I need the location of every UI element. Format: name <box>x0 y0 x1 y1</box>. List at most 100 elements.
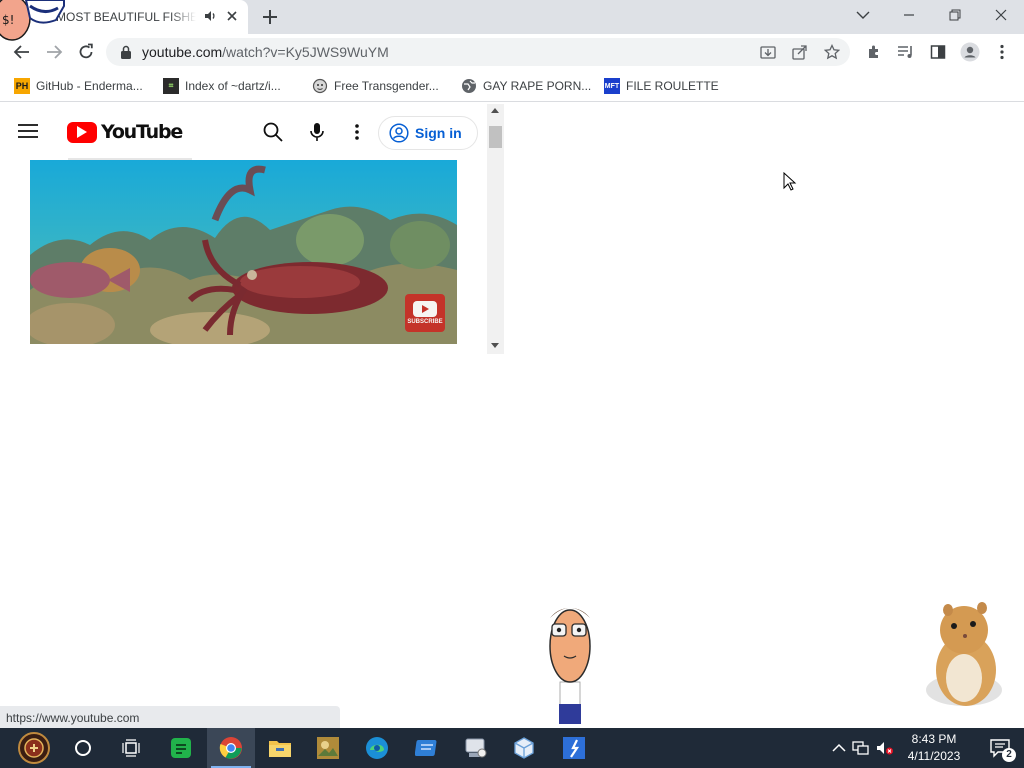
edge-icon <box>366 737 388 759</box>
bookmark-github[interactable]: PH GitHub - Enderma... <box>14 76 143 96</box>
tray-clock[interactable]: 8:43 PM 4/11/2023 <box>900 731 968 765</box>
reload-icon <box>79 43 93 59</box>
image-viewer-icon <box>317 737 339 759</box>
bookmark-label: Index of ~dartz/i... <box>185 79 281 93</box>
spreadsheet-app-icon <box>171 738 191 758</box>
restore-button[interactable] <box>940 4 970 26</box>
star-icon <box>824 44 840 60</box>
scroll-down-arrow-icon[interactable] <box>491 343 499 348</box>
cartoon-sticker: $! <box>0 0 65 41</box>
video-frame-underwater <box>30 160 457 344</box>
start-orb-icon <box>18 732 50 764</box>
notification-count-badge: 2 <box>1002 748 1016 762</box>
youtube-play-icon <box>413 301 437 317</box>
share-icon <box>792 45 807 60</box>
notification-center-button[interactable]: 2 <box>978 728 1022 768</box>
clock-date: 4/11/2023 <box>907 749 961 763</box>
youtube-logo[interactable]: YouTube <box>67 121 183 143</box>
install-app-button[interactable] <box>758 42 778 62</box>
tab-strip: MOST BEAUTIFUL FISHES <box>0 0 1024 34</box>
bookmark-file-roulette[interactable]: MFT FILE ROULETTE <box>604 76 719 96</box>
notepad-app-icon <box>415 740 437 756</box>
circle-icon <box>75 740 91 756</box>
media-queue-icon <box>898 46 912 58</box>
task-view-button[interactable] <box>107 728 155 768</box>
scroll-thumb[interactable] <box>489 126 502 148</box>
browser-toolbar: youtube.com/watch?v=Ky5JWS9WuYM <box>0 34 1024 70</box>
video-player[interactable]: SUBSCRIBE <box>30 160 457 344</box>
search-icon[interactable] <box>262 121 284 143</box>
svg-text:$!: $! <box>2 13 14 27</box>
sign-in-button[interactable]: Sign in <box>378 116 478 150</box>
bookmark-label: FILE ROULETTE <box>626 79 719 93</box>
tab-audio-icon[interactable] <box>203 9 217 23</box>
hamburger-menu-icon[interactable] <box>18 123 38 139</box>
index-favicon-icon: ⌗ <box>163 78 179 94</box>
taskbar-image-app[interactable] <box>304 728 352 768</box>
url-text[interactable]: youtube.com/watch?v=Ky5JWS9WuYM <box>142 44 389 60</box>
new-tab-icon[interactable] <box>260 7 280 27</box>
tab-title: MOST BEAUTIFUL FISHES <box>56 10 196 24</box>
bookmark-label: GitHub - Enderma... <box>36 79 143 93</box>
taskbar-computer-app[interactable] <box>452 728 500 768</box>
bookmark-free[interactable]: Free Transgender... <box>312 76 439 96</box>
tab-close-icon[interactable] <box>224 8 240 24</box>
ph-favicon-icon: PH <box>14 78 30 94</box>
install-icon <box>760 46 776 59</box>
more-options-icon[interactable] <box>350 121 364 143</box>
microphone-icon[interactable] <box>308 121 326 143</box>
bookmark-label: GAY RAPE PORN... <box>483 79 592 93</box>
youtube-wordmark: YouTube <box>101 121 183 143</box>
bookmark-label: Free Transgender... <box>334 79 439 93</box>
url-path: /watch?v=Ky5JWS9WuYM <box>222 44 389 60</box>
taskbar-fl-app[interactable] <box>550 728 598 768</box>
restore-icon <box>949 9 961 21</box>
scroll-up-arrow-icon[interactable] <box>491 108 499 113</box>
bookmarks-bar: PH GitHub - Enderma... ⌗ Index of ~dartz… <box>0 70 1024 102</box>
reload-button[interactable] <box>76 42 96 62</box>
address-bar[interactable]: youtube.com/watch?v=Ky5JWS9WuYM <box>106 38 850 66</box>
tab-search-button[interactable] <box>848 4 878 26</box>
taskbar-chrome[interactable] <box>207 728 255 768</box>
taskbar-notepad[interactable] <box>403 728 451 768</box>
network-icon[interactable] <box>852 740 870 756</box>
face-favicon-icon <box>312 78 328 94</box>
close-window-button[interactable] <box>986 4 1016 26</box>
account-icon <box>389 123 409 143</box>
start-button[interactable] <box>10 728 58 768</box>
tray-overflow-chevron-icon[interactable] <box>830 740 848 756</box>
mouse-cursor-icon <box>783 172 797 191</box>
chrome-menu-button[interactable] <box>992 42 1012 62</box>
clock-time: 8:43 PM <box>911 732 957 746</box>
volume-muted-icon[interactable] <box>876 740 894 756</box>
bookmark-index[interactable]: ⌗ Index of ~dartz/i... <box>163 76 281 96</box>
close-icon <box>995 9 1007 21</box>
link-status-bubble: https://www.youtube.com <box>0 706 340 728</box>
fl-app-icon <box>563 737 585 759</box>
share-button[interactable] <box>790 42 810 62</box>
cortana-search-button[interactable] <box>59 728 107 768</box>
sign-in-label: Sign in <box>415 125 462 141</box>
minimize-button[interactable] <box>894 4 924 26</box>
taskbar-green-app[interactable] <box>157 728 205 768</box>
cube-icon <box>514 737 534 759</box>
cartoon-character-overlay <box>549 608 591 724</box>
profile-button[interactable] <box>960 42 980 62</box>
subscribe-label: SUBSCRIBE <box>407 319 443 325</box>
chevron-down-icon <box>856 11 870 19</box>
lock-icon[interactable] <box>120 45 132 59</box>
mft-favicon-icon: MFT <box>604 78 620 94</box>
taskbar-edge[interactable] <box>353 728 401 768</box>
avatar-icon <box>960 42 980 62</box>
bookmark-star-button[interactable] <box>822 42 842 62</box>
bookmark-gay[interactable]: GAY RAPE PORN... <box>461 76 591 96</box>
extensions-button[interactable] <box>864 42 884 62</box>
media-control-button[interactable] <box>896 42 916 62</box>
taskbar-virtualbox[interactable] <box>500 728 548 768</box>
pane-scrollbar[interactable] <box>487 104 504 354</box>
puzzle-icon <box>869 45 878 58</box>
taskbar-file-explorer[interactable] <box>256 728 304 768</box>
side-panel-button[interactable] <box>928 42 948 62</box>
taskbar: 8:43 PM 4/11/2023 2 <box>0 728 1024 768</box>
subscribe-watermark[interactable]: SUBSCRIBE <box>405 294 445 332</box>
